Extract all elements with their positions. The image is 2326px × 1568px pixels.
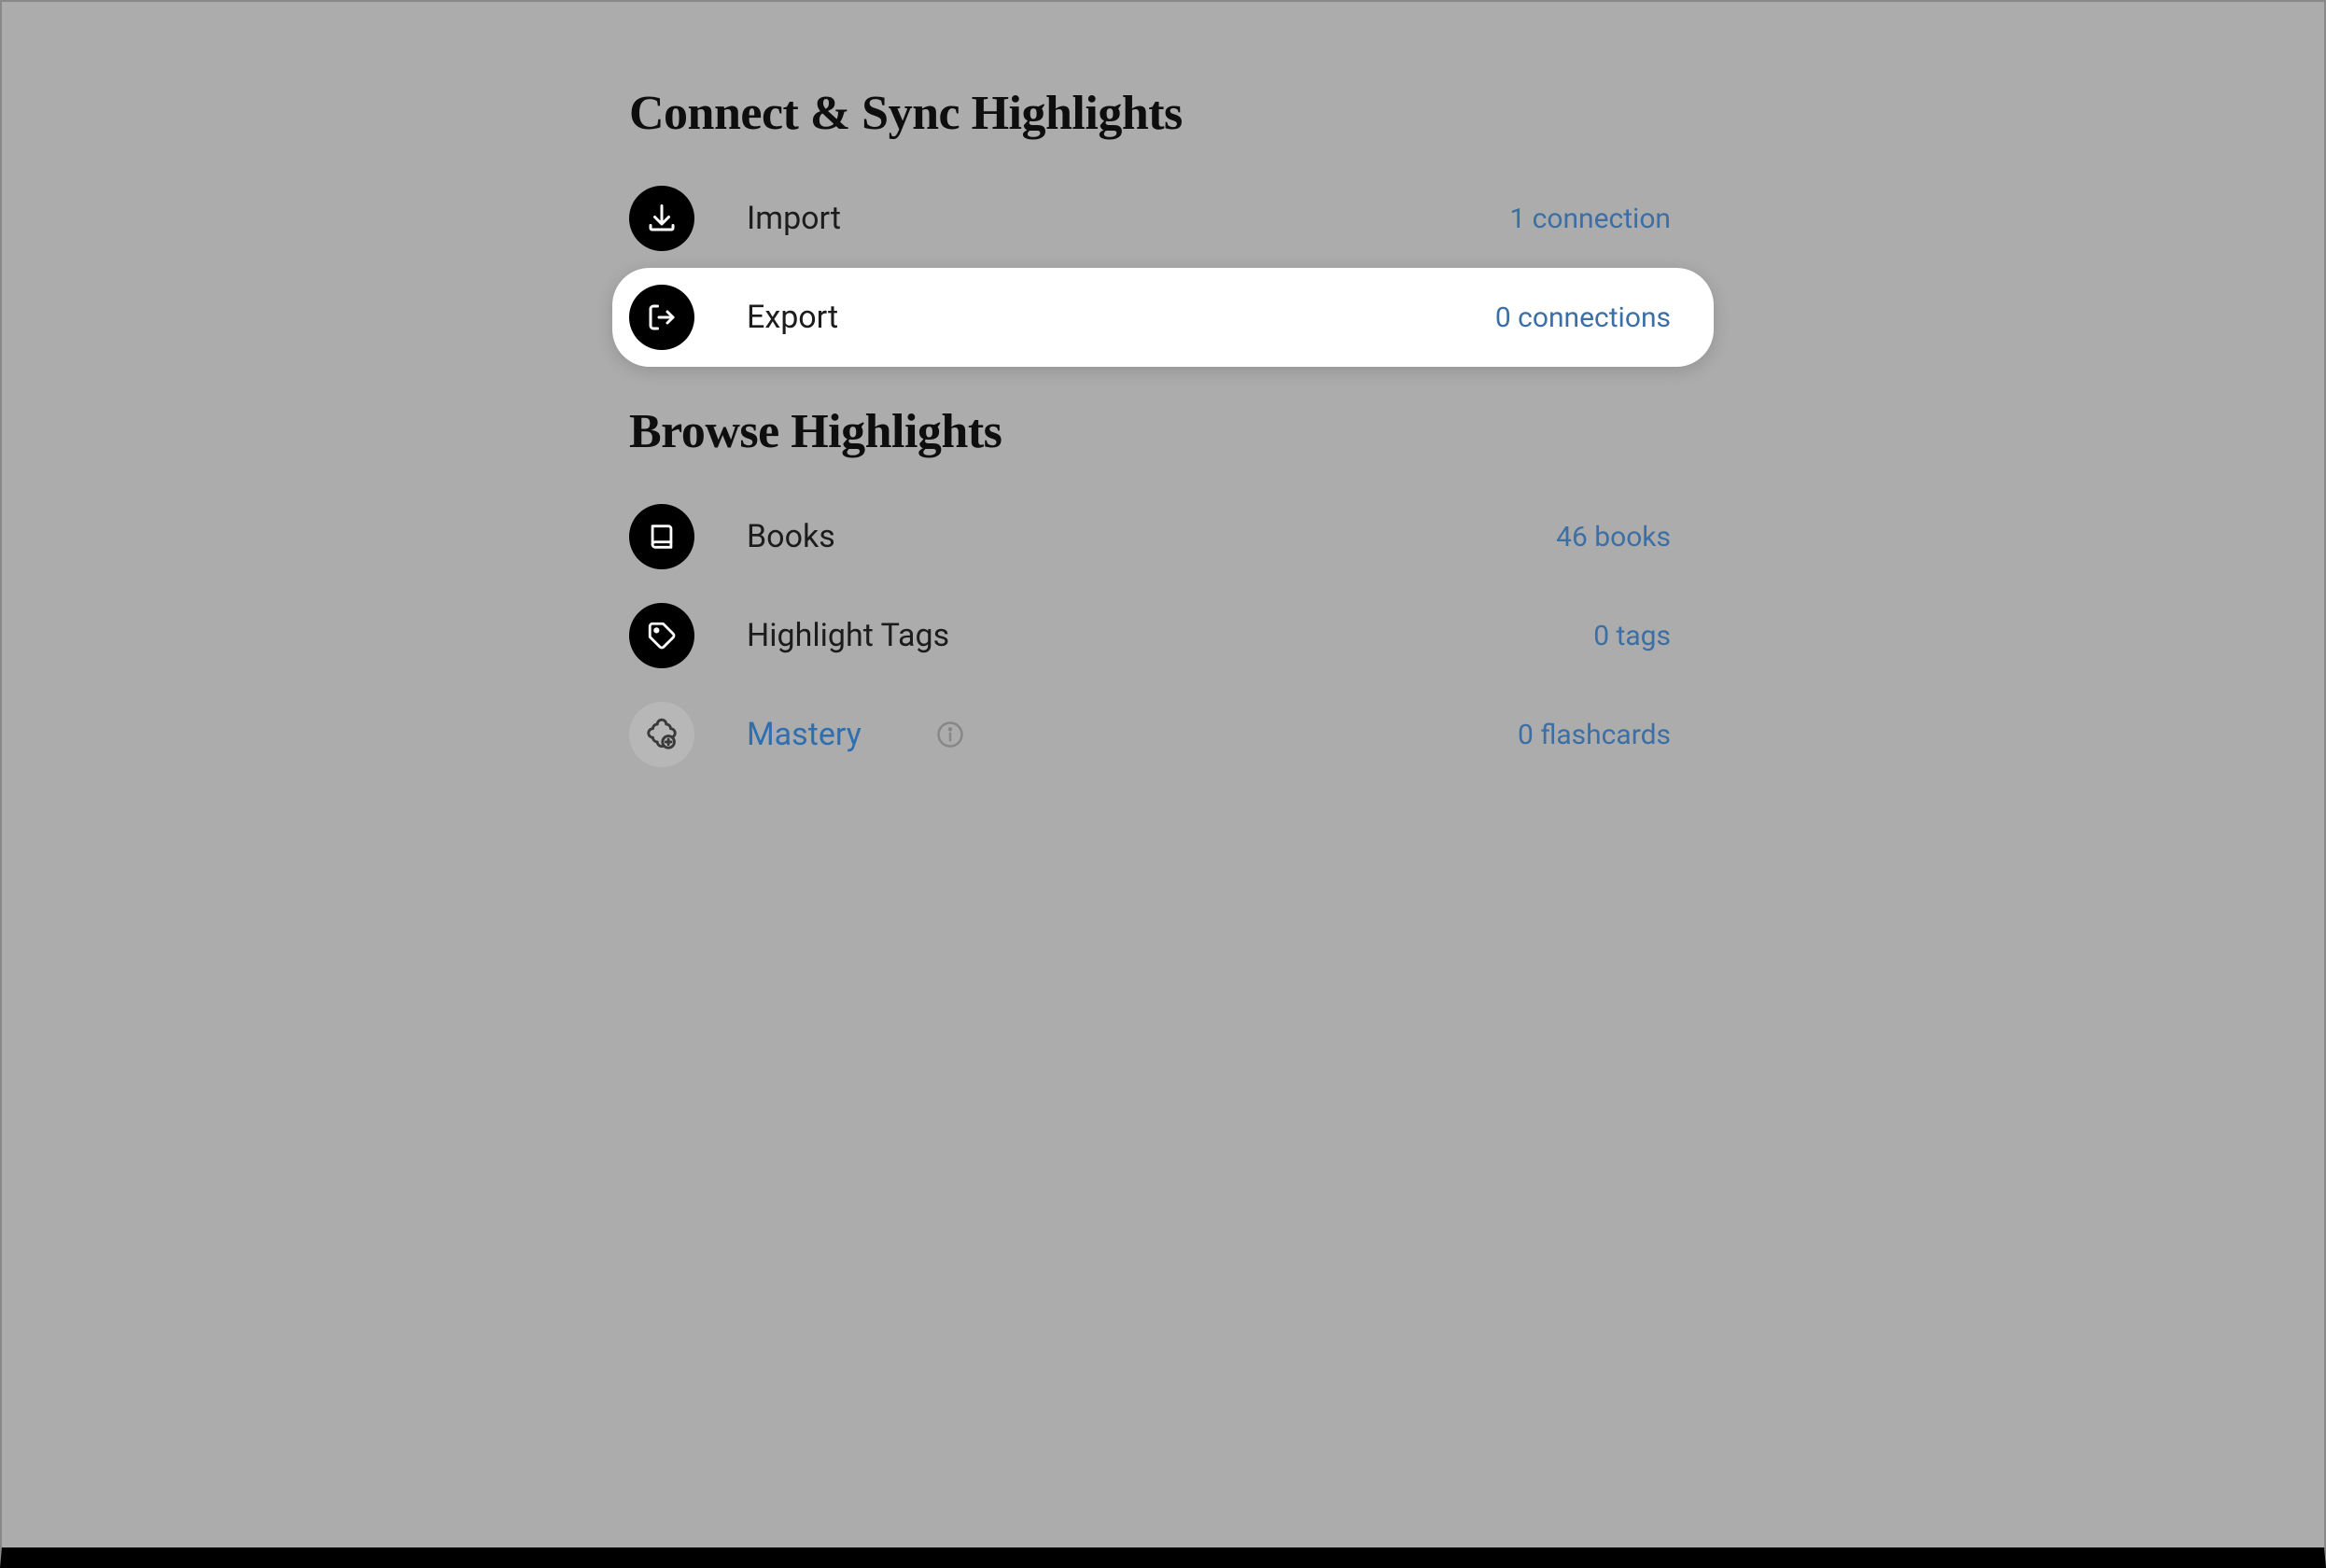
mastery-icon (629, 702, 694, 767)
section-title-connect: Connect & Sync Highlights (629, 86, 1714, 141)
row-meta: 0 connections (1495, 301, 1671, 334)
book-icon (629, 504, 694, 569)
row-label: Export (747, 299, 838, 336)
export-icon (629, 285, 694, 350)
row-import[interactable]: Import 1 connection (612, 169, 1714, 268)
row-books[interactable]: Books 46 books (612, 487, 1714, 586)
row-export[interactable]: Export 0 connections (612, 268, 1714, 367)
row-label: Mastery (747, 716, 862, 753)
download-icon (629, 186, 694, 251)
row-label: Highlight Tags (747, 617, 949, 654)
info-icon[interactable] (936, 721, 964, 749)
row-meta: 1 connection (1509, 203, 1671, 235)
row-label: Books (747, 518, 835, 555)
row-label: Import (747, 200, 841, 237)
tag-icon (629, 603, 694, 668)
row-meta: 46 books (1556, 521, 1671, 553)
row-highlight-tags[interactable]: Highlight Tags 0 tags (612, 586, 1714, 685)
row-meta: 0 tags (1593, 620, 1671, 652)
row-meta: 0 flashcards (1518, 719, 1671, 751)
row-mastery[interactable]: Mastery 0 flashcards (612, 685, 1714, 784)
section-title-browse: Browse Highlights (629, 404, 1714, 459)
